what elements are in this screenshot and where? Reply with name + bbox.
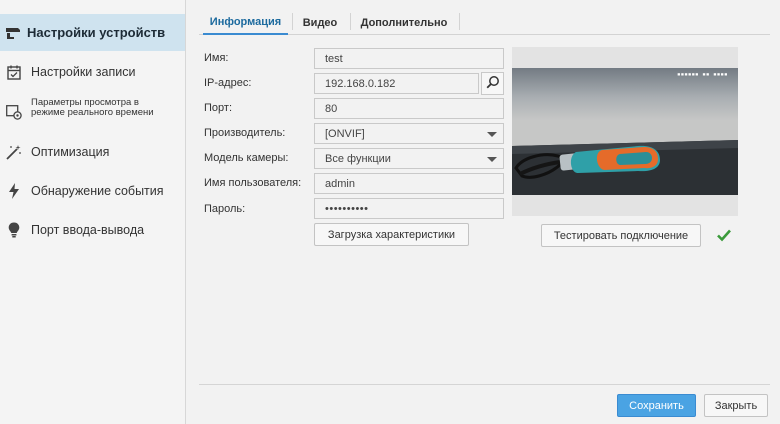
password-value: •••••••••• [325, 202, 369, 215]
sidebar-item-label: Обнаружение события [31, 184, 164, 198]
tab-advanced[interactable]: Дополнительно [354, 10, 454, 35]
lightbulb-icon [6, 222, 22, 238]
camera-preview: ▪▪▪▪▪▪ ▪▪ ▪▪▪▪ [512, 47, 738, 216]
tab-info[interactable]: Информация [203, 10, 288, 35]
load-capabilities-button[interactable]: Загрузка характеристики [314, 223, 469, 246]
footer-divider [199, 384, 770, 385]
close-button[interactable]: Закрыть [704, 394, 768, 417]
sidebar-item-label: Настройки устройств [27, 25, 166, 40]
camera-icon [5, 25, 21, 41]
password-label: Пароль: [204, 203, 246, 215]
sidebar: Настройки устройств Настройки записи Пар… [0, 0, 186, 424]
username-label: Имя пользователя: [204, 177, 302, 189]
test-connection-button[interactable]: Тестировать подключение [541, 224, 701, 247]
port-value: 80 [325, 102, 338, 115]
name-value: test [325, 52, 343, 65]
sidebar-item-io-port[interactable]: Порт ввода-вывода [0, 216, 185, 244]
tab-video[interactable]: Видео [295, 10, 345, 35]
port-label: Порт: [204, 102, 232, 114]
ip-value: 192.168.0.182 [325, 77, 396, 90]
port-field[interactable]: 80 [314, 98, 504, 119]
live-view-icon [6, 104, 22, 120]
password-field[interactable]: •••••••••• [314, 198, 504, 219]
model-value: Все функции [325, 152, 391, 165]
search-button[interactable] [481, 72, 504, 95]
ip-label: IP-адрес: [204, 77, 252, 89]
tab-separator [350, 13, 351, 30]
vendor-label: Производитель: [204, 127, 286, 139]
vendor-value: [ONVIF] [325, 127, 365, 140]
tab-separator [459, 13, 460, 30]
name-field[interactable]: test [314, 48, 504, 69]
sidebar-item-live-view-params[interactable]: Параметры просмотра в режиме реального в… [0, 94, 185, 132]
timestamp-overlay: ▪▪▪▪▪▪ ▪▪ ▪▪▪▪ [677, 71, 728, 78]
sidebar-item-event-detection[interactable]: Обнаружение события [0, 177, 185, 205]
calendar-icon [6, 64, 22, 80]
vendor-select[interactable]: [ONVIF] [314, 123, 504, 144]
chevron-down-icon [487, 157, 497, 162]
search-icon [486, 75, 500, 92]
tab-separator [292, 13, 293, 30]
checkmark-icon [716, 228, 732, 245]
sidebar-item-optimization[interactable]: Оптимизация [0, 138, 185, 166]
lightning-icon [6, 183, 22, 199]
ip-address-field[interactable]: 192.168.0.182 [314, 73, 479, 94]
tab-bar: Информация Видео Дополнительно [199, 10, 770, 35]
camera-snapshot: ▪▪▪▪▪▪ ▪▪ ▪▪▪▪ [512, 68, 738, 195]
sidebar-item-label: Параметры просмотра в режиме реального в… [31, 97, 154, 118]
model-label: Модель камеры: [204, 152, 289, 164]
chevron-down-icon [487, 132, 497, 137]
sidebar-item-label: Оптимизация [31, 145, 110, 159]
username-value: admin [325, 177, 355, 190]
username-field[interactable]: admin [314, 173, 504, 194]
sidebar-item-device-settings[interactable]: Настройки устройств [0, 14, 185, 51]
sidebar-item-recording-settings[interactable]: Настройки записи [0, 58, 185, 86]
camera-model-select[interactable]: Все функции [314, 148, 504, 169]
save-button[interactable]: Сохранить [617, 394, 696, 417]
magic-wand-icon [6, 144, 22, 160]
sidebar-item-label: Порт ввода-вывода [31, 223, 145, 237]
name-label: Имя: [204, 52, 229, 64]
sidebar-item-label: Настройки записи [31, 65, 136, 79]
